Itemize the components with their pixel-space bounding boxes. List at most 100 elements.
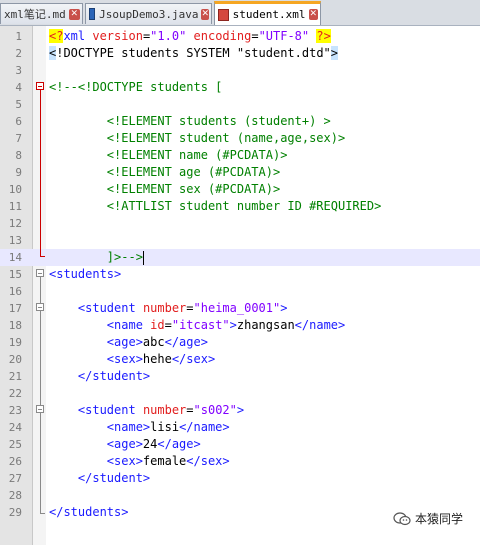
code-token: >: [229, 318, 237, 332]
fold-end: [40, 513, 45, 514]
line-number: 28: [8, 489, 22, 502]
code-text: <!ELEMENT students (student+) >: [49, 113, 331, 130]
code-line[interactable]: 28: [0, 487, 480, 504]
code-line[interactable]: 26 <sex>female</sex>: [0, 453, 480, 470]
code-line[interactable]: 5: [0, 96, 480, 113]
code-text: <age>24</age>: [49, 436, 201, 453]
tab-xml-notes[interactable]: xml笔记.md ✕: [0, 3, 83, 24]
code-token: 24: [142, 437, 158, 451]
current-line[interactable]: 14 ]>-->: [0, 249, 480, 266]
line-number: 4: [15, 81, 22, 94]
code-token: <?: [49, 29, 64, 43]
line-number: 3: [15, 64, 22, 77]
code-token: </sex>: [171, 352, 216, 366]
code-token: <age>: [106, 335, 143, 349]
code-line[interactable]: 2 <!DOCTYPE students SYSTEM "student.dtd"…: [0, 45, 480, 62]
code-line[interactable]: 20 <sex>hehe</sex>: [0, 351, 480, 368]
code-token: <!ELEMENT student (name,age,sex)>: [49, 131, 346, 145]
xml-file-icon: [218, 8, 229, 21]
code-line[interactable]: 7 <!ELEMENT student (name,age,sex)>: [0, 130, 480, 147]
code-text: <!DOCTYPE students SYSTEM "student.dtd">: [49, 45, 339, 62]
code-text: <!ELEMENT student (name,age,sex)>: [49, 130, 345, 147]
code-text: <student number="s002">: [49, 402, 244, 419]
code-token: "1.0": [150, 29, 187, 43]
line-number: 16: [8, 285, 22, 298]
code-token: =: [186, 403, 194, 417]
code-token: xml: [63, 29, 93, 43]
code-token: </age>: [164, 335, 208, 349]
code-line[interactable]: 25 <age>24</age>: [0, 436, 480, 453]
code-line[interactable]: 8 <!ELEMENT name (#PCDATA)>: [0, 147, 480, 164]
code-text: <!--<!DOCTYPE students [: [49, 79, 222, 96]
code-token: </student>: [77, 369, 151, 383]
line-number: 6: [15, 115, 22, 128]
code-line[interactable]: 12: [0, 215, 480, 232]
code-line[interactable]: 16: [0, 283, 480, 300]
tab-jsoupdemo3[interactable]: JsoupDemo3.java ✕: [85, 3, 212, 24]
code-token: "s002": [193, 403, 237, 417]
fold-toggle-comment[interactable]: [36, 82, 44, 90]
code-token: number: [142, 403, 187, 417]
code-token: abc: [142, 335, 165, 349]
code-line[interactable]: 10 <!ELEMENT sex (#PCDATA)>: [0, 181, 480, 198]
tab-student-xml[interactable]: student.xml ✕: [214, 1, 321, 25]
code-line[interactable]: 17 <student number="heima_0001">: [0, 300, 480, 317]
code-token: </name>: [179, 420, 230, 434]
close-icon[interactable]: ✕: [308, 9, 318, 20]
code-editor[interactable]: 1 <?xml version="1.0" encoding="UTF-8" ?>…: [0, 26, 480, 545]
fold-toggle-student-1[interactable]: [36, 303, 44, 311]
code-text: <name>lisi</name>: [49, 419, 230, 436]
line-number: 24: [8, 421, 22, 434]
code-line[interactable]: 1 <?xml version="1.0" encoding="UTF-8" ?>: [0, 28, 480, 45]
code-line[interactable]: 19 <age>abc</age>: [0, 334, 480, 351]
code-line[interactable]: 27 </student>: [0, 470, 480, 487]
fold-toggle-students[interactable]: [36, 269, 44, 277]
line-number: 12: [8, 217, 22, 230]
code-line[interactable]: 6 <!ELEMENT students (student+) >: [0, 113, 480, 130]
code-line[interactable]: 22: [0, 385, 480, 402]
tab-label: JsoupDemo3.java: [99, 7, 199, 21]
code-token: <!ELEMENT students (student+) >: [49, 114, 331, 128]
code-line[interactable]: 18 <name id="itcast">zhangsan</name>: [0, 317, 480, 334]
code-token: >: [236, 403, 245, 417]
code-token: <!--<!DOCTYPE students [: [49, 80, 223, 94]
code-line[interactable]: 24 <name>lisi</name>: [0, 419, 480, 436]
close-icon[interactable]: ✕: [201, 8, 209, 20]
fold-line: [40, 277, 41, 514]
code-token: zhangsan: [236, 318, 295, 332]
code-token: encoding: [193, 29, 252, 43]
code-token: hehe: [142, 352, 172, 366]
code-line[interactable]: 13: [0, 232, 480, 249]
code-token: <!ELEMENT age (#PCDATA)>: [49, 165, 281, 179]
code-line[interactable]: 9 <!ELEMENT age (#PCDATA)>: [0, 164, 480, 181]
code-line[interactable]: 15 <students>: [0, 266, 480, 283]
code-line[interactable]: 3: [0, 62, 480, 79]
line-number: 9: [15, 166, 22, 179]
wechat-official-account-icon: [393, 511, 411, 525]
java-file-icon: [89, 8, 96, 20]
code-token: id: [150, 318, 165, 332]
code-token: <!ELEMENT sex (#PCDATA)>: [49, 182, 281, 196]
code-line[interactable]: 11 <!ATTLIST student number ID #REQUIRED…: [0, 198, 480, 215]
code-token: number: [142, 301, 187, 315]
code-token: =: [251, 29, 259, 43]
tab-label: student.xml: [232, 8, 306, 21]
close-icon[interactable]: ✕: [68, 8, 80, 20]
fold-toggle-student-2[interactable]: [36, 405, 44, 413]
code-token: </name>: [294, 318, 346, 332]
code-line[interactable]: 4 <!--<!DOCTYPE students [: [0, 79, 480, 96]
watermark-text: 本猿同学: [415, 512, 464, 526]
line-number: 25: [8, 438, 22, 451]
code-text: </student>: [49, 368, 150, 385]
code-text: <!ELEMENT name (#PCDATA)>: [49, 147, 288, 164]
line-number: 7: [15, 132, 22, 145]
code-line[interactable]: 23 <student number="s002">: [0, 402, 480, 419]
fold-line: [40, 90, 41, 257]
code-text: ]>-->: [49, 249, 144, 266]
code-line[interactable]: 21 </student>: [0, 368, 480, 385]
code-token: =: [186, 301, 194, 315]
